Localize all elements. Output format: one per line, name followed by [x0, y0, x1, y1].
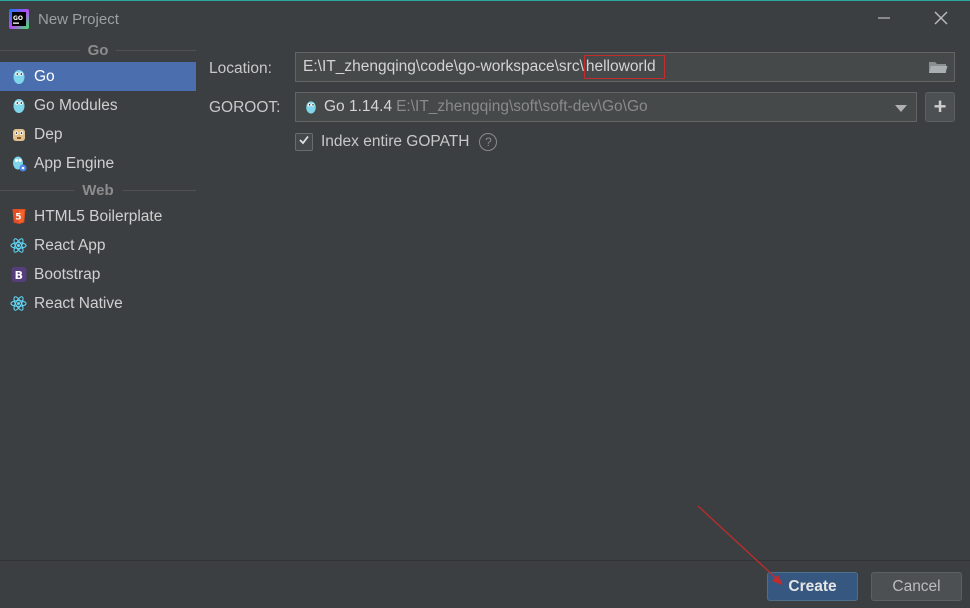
minimize-icon	[877, 11, 891, 30]
sidebar-item-label: Go Modules	[34, 96, 118, 114]
sidebar-item-label: React Native	[34, 294, 123, 312]
svg-text:5: 5	[15, 213, 21, 223]
new-project-dialog: GO New Project Go Go Go Modules Dep App …	[0, 0, 970, 608]
sidebar-item-go-modules[interactable]: Go Modules	[0, 91, 196, 120]
html5-icon: 5	[10, 208, 27, 225]
help-icon[interactable]: ?	[479, 133, 498, 151]
group-header-web: Web	[0, 178, 196, 202]
group-header-go: Go	[0, 38, 196, 62]
minimize-button[interactable]	[869, 7, 899, 33]
location-label: Location:	[209, 60, 272, 77]
bootstrap-icon: B	[10, 266, 27, 283]
checkmark-icon	[298, 133, 310, 151]
gopher-icon	[10, 97, 27, 114]
svg-text:GO: GO	[13, 15, 23, 22]
add-sdk-button[interactable]: +	[925, 92, 955, 122]
sidebar-item-label: Bootstrap	[34, 265, 101, 283]
chevron-down-icon	[895, 105, 907, 112]
goroot-path: E:\IT_zhengqing\soft\soft-dev\Go\Go	[396, 98, 648, 115]
index-gopath-option: Index entire GOPATH ?	[295, 133, 498, 151]
sidebar-item-label: App Engine	[34, 154, 115, 172]
sidebar-item-label: Dep	[34, 125, 63, 143]
group-header-label: Web	[74, 181, 122, 199]
react-icon	[10, 295, 27, 312]
react-icon	[10, 237, 27, 254]
window-title: New Project	[38, 11, 119, 28]
svg-text:B: B	[14, 269, 22, 282]
sidebar-item-dep[interactable]: Dep	[0, 120, 196, 149]
sidebar-item-react-native[interactable]: React Native	[0, 289, 196, 318]
dialog-footer: Create Cancel	[0, 560, 970, 608]
sidebar-item-go[interactable]: Go	[0, 62, 196, 91]
goroot-version: Go 1.14.4	[324, 98, 393, 115]
goroot-label: GOROOT:	[209, 99, 281, 116]
project-name-highlight: helloworld	[583, 55, 665, 79]
gopher-icon	[304, 99, 318, 115]
sidebar-item-app-engine[interactable]: App Engine	[0, 149, 196, 178]
project-settings-panel: Location: E:\IT_zhengqing\code\go-worksp…	[196, 38, 970, 560]
sidebar-item-html5-boilerplate[interactable]: 5 HTML5 Boilerplate	[0, 202, 196, 231]
location-input[interactable]: E:\IT_zhengqing\code\go-workspace\src\ he…	[295, 52, 955, 82]
sidebar-item-label: React App	[34, 236, 106, 254]
sidebar-item-label: Go	[34, 67, 55, 85]
sidebar-item-react-app[interactable]: React App	[0, 231, 196, 260]
goland-logo-icon: GO	[9, 9, 29, 29]
group-header-label: Go	[79, 41, 117, 59]
index-gopath-label: Index entire GOPATH	[321, 133, 470, 150]
sidebar-item-bootstrap[interactable]: B Bootstrap	[0, 260, 196, 289]
close-button[interactable]	[926, 7, 956, 33]
browse-folder-icon[interactable]	[928, 59, 948, 75]
gopher-icon	[10, 68, 27, 85]
location-path-prefix: E:\IT_zhengqing\code\go-workspace\src\	[303, 58, 584, 75]
app-engine-icon	[10, 155, 27, 172]
index-gopath-checkbox[interactable]	[295, 133, 313, 151]
close-icon	[934, 11, 948, 30]
cancel-button[interactable]: Cancel	[871, 572, 962, 601]
title-bar: GO New Project	[0, 1, 970, 38]
dep-icon	[10, 126, 27, 143]
create-button[interactable]: Create	[767, 572, 858, 601]
goroot-dropdown[interactable]: Go 1.14.4 E:\IT_zhengqing\soft\soft-dev\…	[295, 92, 917, 122]
sidebar-item-label: HTML5 Boilerplate	[34, 207, 163, 225]
project-type-sidebar: Go Go Go Modules Dep App Engine Web 5 HT…	[0, 38, 196, 560]
